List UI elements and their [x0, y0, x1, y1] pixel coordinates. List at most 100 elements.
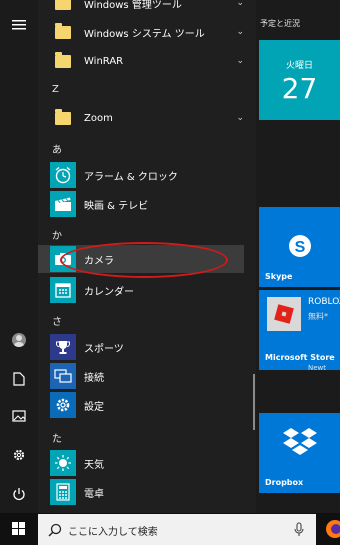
store-extra-text: Newt — [308, 364, 327, 372]
list-item-movies-tv[interactable]: 映画 & テレビ — [38, 190, 248, 218]
list-item-alarms-clock[interactable]: アラーム & クロック — [38, 161, 248, 189]
folder-icon — [55, 108, 71, 125]
trophy-icon — [56, 341, 70, 354]
app-tile — [50, 191, 76, 217]
document-icon — [13, 372, 25, 386]
list-item-sports[interactable]: スポーツ — [38, 333, 248, 361]
section-letter-z[interactable]: Z — [52, 84, 59, 95]
firefox-taskbar-button[interactable] — [322, 518, 340, 540]
power-button[interactable] — [0, 476, 38, 512]
app-tile — [50, 334, 76, 360]
calendar-icon — [55, 283, 71, 298]
folder-tile — [50, 0, 76, 16]
list-item-windows-admin-tools[interactable]: Windows 管理ツール ⌄ — [38, 0, 248, 17]
alarm-clock-icon — [55, 166, 71, 184]
chevron-down-icon[interactable]: ⌄ — [236, 56, 244, 66]
folder-tile — [50, 48, 76, 74]
folder-tile — [50, 19, 76, 45]
list-item-calendar[interactable]: カレンダー — [38, 276, 248, 304]
store-app-price: 無料* — [308, 312, 328, 321]
film-clapper-icon — [55, 197, 71, 211]
roblox-thumbnail — [267, 297, 301, 331]
app-tile — [50, 277, 76, 303]
app-label: WinRAR — [84, 55, 124, 67]
hamburger-menu-button[interactable] — [0, 7, 38, 43]
app-label: アラーム & クロック — [84, 171, 178, 183]
app-label: 設定 — [84, 401, 104, 413]
app-label: 電卓 — [84, 488, 104, 500]
list-item-camera[interactable]: カメラ — [38, 245, 244, 273]
tile-label: Skype — [265, 272, 293, 281]
tile-label: Dropbox — [265, 478, 304, 487]
pictures-button[interactable] — [0, 398, 38, 434]
list-item-connect[interactable]: 接続 — [38, 362, 248, 390]
app-label: 接続 — [84, 372, 104, 384]
folder-tile — [50, 105, 76, 131]
app-label: Windows システム ツール — [84, 28, 205, 40]
tile-group-title[interactable]: 予定と近況 — [260, 18, 300, 29]
list-item-calculator[interactable]: 電卓 — [38, 478, 248, 506]
microsoft-store-tile[interactable]: ROBLOX 無料* Microsoft Store Newt — [259, 290, 340, 372]
hamburger-icon — [12, 20, 26, 30]
app-list-scrollbar[interactable] — [253, 374, 255, 430]
project-screen-icon — [54, 369, 72, 383]
windows-start-button[interactable] — [12, 522, 26, 536]
app-label: カメラ — [84, 255, 114, 267]
roblox-logo-icon — [274, 304, 294, 324]
section-letter-ta[interactable]: た — [52, 430, 62, 445]
section-letter-ka[interactable]: か — [52, 227, 62, 242]
list-item-winrar[interactable]: WinRAR ⌄ — [38, 47, 248, 75]
start-rail — [0, 0, 38, 513]
avatar — [12, 333, 26, 347]
app-list[interactable]: Windows 管理ツール ⌄ Windows システム ツール ⌄ WinRA… — [38, 0, 256, 513]
skype-tile[interactable]: S Skype — [259, 207, 340, 287]
app-label: 映画 & テレビ — [84, 200, 149, 212]
firefox-icon — [326, 520, 340, 538]
folder-icon — [55, 0, 71, 10]
svg-text:S: S — [295, 239, 306, 256]
dropbox-icon — [283, 428, 317, 455]
app-tile — [50, 479, 76, 505]
calendar-day-name: 火曜日 — [285, 61, 313, 71]
app-label: Zoom — [84, 112, 113, 124]
app-tile — [50, 450, 76, 476]
app-label: カレンダー — [84, 286, 134, 298]
search-placeholder: ここに入力して検索 — [68, 527, 158, 538]
tile-label: Microsoft Store — [265, 353, 335, 362]
folder-icon — [55, 51, 71, 68]
documents-button[interactable] — [0, 361, 38, 397]
app-tile — [50, 246, 76, 272]
app-tile — [50, 392, 76, 418]
tiles-pane: 予定と近況 火曜日 27 S Skype ROBLOX 無料* Microsof… — [256, 0, 340, 513]
calendar-tile[interactable]: 火曜日 27 — [259, 40, 340, 120]
section-letter-sa[interactable]: さ — [52, 313, 62, 328]
app-tile — [50, 363, 76, 389]
dropbox-tile[interactable]: Dropbox — [259, 413, 340, 493]
calendar-day-number: 27 — [281, 72, 318, 105]
microphone-icon[interactable] — [294, 522, 304, 538]
user-account-button[interactable] — [0, 322, 38, 358]
camera-icon — [55, 253, 71, 265]
app-label: 天気 — [84, 459, 104, 471]
settings-button[interactable] — [0, 437, 38, 473]
store-app-title: ROBLOX — [308, 297, 340, 307]
taskbar-search-box[interactable]: ここに入力して検索 — [38, 514, 316, 545]
picture-icon — [12, 410, 26, 422]
list-item-weather[interactable]: 天気 — [38, 449, 248, 477]
list-item-zoom[interactable]: Zoom ⌄ — [38, 104, 248, 132]
chevron-down-icon[interactable]: ⌄ — [236, 113, 244, 123]
section-letter-a[interactable]: あ — [52, 141, 62, 156]
power-icon — [13, 488, 25, 501]
search-icon — [48, 523, 62, 537]
app-label: Windows 管理ツール — [84, 0, 182, 11]
sun-icon — [55, 455, 71, 471]
folder-icon — [55, 22, 71, 39]
app-tile — [50, 162, 76, 188]
skype-icon: S — [289, 235, 311, 257]
chevron-down-icon[interactable]: ⌄ — [236, 27, 244, 37]
list-item-settings[interactable]: 設定 — [38, 391, 248, 419]
calculator-icon — [56, 483, 70, 501]
chevron-down-icon[interactable]: ⌄ — [236, 0, 244, 8]
taskbar: ここに入力して検索 — [0, 513, 340, 545]
list-item-windows-system-tools[interactable]: Windows システム ツール ⌄ — [38, 18, 248, 46]
